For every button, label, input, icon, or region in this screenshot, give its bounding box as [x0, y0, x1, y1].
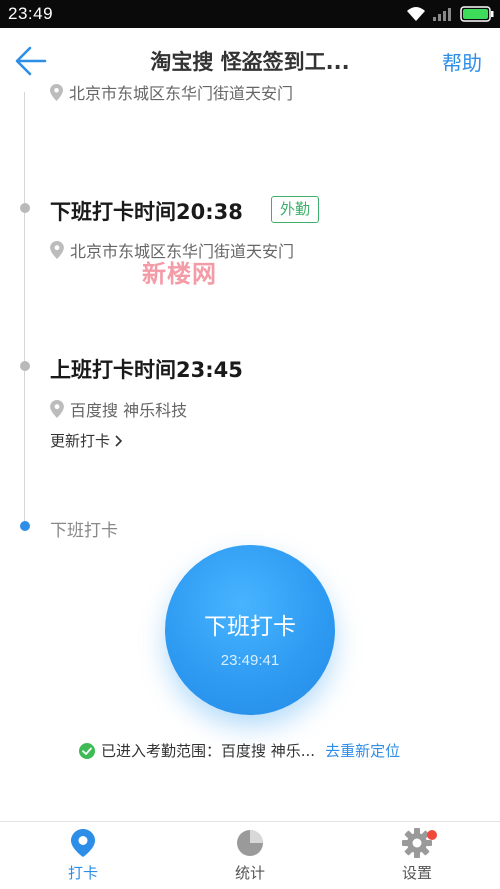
pie-chart-icon: [237, 830, 263, 856]
arrow-left-icon: [15, 46, 47, 76]
status-icons: [406, 5, 494, 23]
next-punch-label: 下班打卡: [50, 521, 118, 541]
status-bar: 23:49: [0, 0, 500, 28]
location-pin-icon: [50, 400, 64, 418]
partial-location: 北京市东城区东华门街道天安门: [50, 80, 293, 104]
nav-item-label: 统计: [234, 864, 265, 882]
timeline-dot-current: [20, 521, 30, 531]
record-location-text: 百度搜 神乐科技: [70, 401, 188, 420]
chevron-right-icon: [115, 434, 123, 447]
punch-button-label: 下班打卡: [204, 614, 296, 640]
timeline-dot: [20, 361, 30, 371]
bottom-nav: 打卡 统计 设置: [0, 821, 500, 889]
attendance-range-status: 已进入考勤范围：百度搜 神乐... 去重新定位: [79, 740, 400, 761]
help-button[interactable]: 帮助: [442, 47, 482, 76]
page-title: 淘宝搜 怪盗签到工...: [150, 50, 350, 74]
relocate-link[interactable]: 去重新定位: [325, 740, 400, 761]
range-status-text: 已进入考勤范围：百度搜 神乐...: [101, 742, 316, 760]
record-title: 上班打卡时间23:45: [50, 358, 243, 382]
watermark: 新楼网: [142, 260, 217, 288]
wifi-icon: [407, 7, 425, 21]
timeline-line: [24, 92, 25, 522]
back-button[interactable]: [14, 44, 54, 78]
partial-location-text: 北京市东城区东华门街道天安门: [69, 84, 294, 103]
battery-icon: [460, 6, 494, 22]
nav-item-stats[interactable]: 统计: [210, 828, 290, 883]
record-title: 下班打卡时间20:38: [50, 200, 243, 224]
record-location: 百度搜 神乐科技: [50, 397, 187, 421]
location-pin-icon: [71, 829, 95, 857]
status-time: 23:49: [8, 4, 54, 23]
punch-button[interactable]: 下班打卡 23:49:41: [165, 545, 335, 715]
nav-item-punch[interactable]: 打卡: [43, 828, 123, 883]
location-pin-icon: [50, 241, 64, 259]
punch-button-clock: 23:49:41: [220, 652, 280, 669]
update-punch-link[interactable]: 更新打卡: [50, 430, 123, 451]
update-punch-label: 更新打卡: [50, 432, 111, 450]
notification-dot: [427, 830, 437, 840]
timeline-dot: [20, 203, 30, 213]
signal-icon: [433, 8, 451, 21]
check-circle-icon: [79, 742, 95, 759]
location-pin-icon: [50, 83, 63, 101]
nav-item-label: 设置: [401, 864, 432, 882]
nav-item-settings[interactable]: 设置: [377, 828, 457, 883]
field-work-badge: 外勤: [271, 196, 320, 223]
nav-item-label: 打卡: [67, 864, 98, 882]
